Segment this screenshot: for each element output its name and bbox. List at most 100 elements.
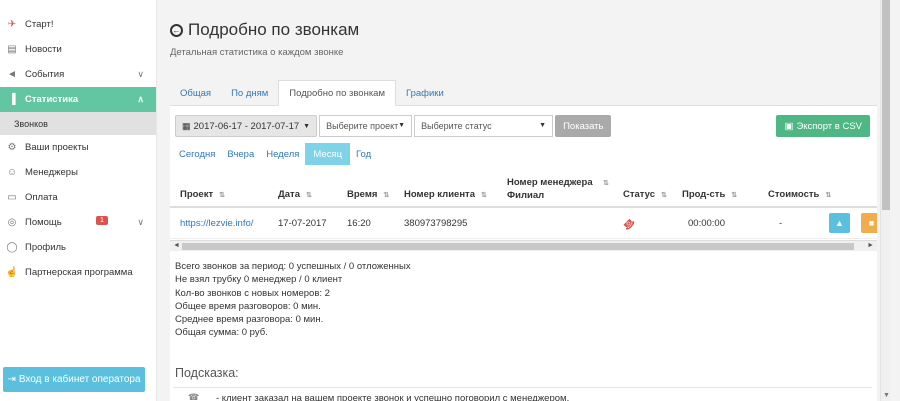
sidebar-item-events[interactable]: ◄ События ∨ [0,62,156,87]
sidebar-item-label: Старт! [25,19,54,30]
bar-chart-icon: ▐ [8,94,16,105]
project-select[interactable]: Выберите проект ▼ [319,115,413,137]
vertical-scrollbar[interactable]: ▼ [880,0,890,401]
sidebar-item-label: События [25,69,65,80]
sidebar-item-profile[interactable]: ◯ Профиль [0,235,156,260]
project-select-value: Выберите проект [326,121,399,131]
cell-duration: 00:00:00 [688,218,725,229]
sidebar-item-projects[interactable]: ⚙ Ваши проекты [0,135,156,160]
scroll-right-icon[interactable]: ► [867,242,874,249]
sidebar-item-payment[interactable]: ▭ Оплата [0,185,156,210]
horizontal-scrollbar[interactable]: ◄ ► [170,240,877,251]
sidebar-item-help[interactable]: ◎ Помощь 1 ∨ [0,210,156,235]
caret-down-icon: ▼ [398,122,406,129]
phone-missed-icon: ☎ [619,215,637,232]
life-ring-icon: ◎ [7,217,17,228]
cell-cost: - [779,218,783,229]
sidebar-subitem-calls[interactable]: Звонков [0,112,156,135]
column-header-project[interactable]: Проект ⇅ [180,189,225,200]
rocket-icon: ✈ [7,19,17,30]
scrollbar-thumb[interactable] [882,0,890,210]
period-today[interactable]: Сегодня [173,143,221,165]
tab-call-details[interactable]: Подробно по звонкам [278,80,396,106]
sidebar-item-label: Статистика [25,94,79,105]
column-header-status[interactable]: Статус ⇅ [623,189,667,200]
sort-icon: ⇅ [661,192,667,199]
filter-bar: ▦ 2017-06-17 - 2017-07-17 ▼ Выберите про… [175,115,612,137]
file-excel-icon: ▣ [784,120,794,132]
column-header-manager-number[interactable]: Номер менеджера Филиал ⇅ [507,176,609,202]
page-title-text: Подробно по звонкам [188,20,360,39]
period-yesterday[interactable]: Вчера [221,143,260,165]
column-header-duration[interactable]: Прод-сть ⇅ [682,189,737,200]
page-title: ← Подробно по звонкам [170,20,359,40]
sort-icon: ⇅ [219,192,225,199]
period-selector: Сегодня Вчера Неделя Месяц Год [173,143,377,165]
sort-icon: ⇅ [383,192,390,199]
status-select-value: Выберите статус [421,121,492,131]
main-content: ← Подробно по звонкам Детальная статисти… [157,0,890,401]
summary-total-sum: Общая сумма: 0 руб. [175,327,268,339]
sidebar-item-label: Профиль [25,242,67,253]
show-button[interactable]: Показать [555,115,612,137]
newspaper-icon: ▤ [7,44,17,55]
sidebar-item-start[interactable]: ✈ Старт! [0,12,156,37]
cell-time: 16:20 [347,218,371,229]
sidebar: ✈ Старт! ▤ Новости ◄ События ∨ ▐ Статист… [0,0,157,401]
sidebar-item-label: Помощь [25,217,62,228]
tab-panel: ▦ 2017-06-17 - 2017-07-17 ▼ Выберите про… [170,106,877,401]
summary-total-calls: Всего звонков за период: 0 успешных / 0 … [175,261,411,272]
tab-general[interactable]: Общая [170,80,221,106]
cell-date: 17-07-2017 [278,218,327,229]
user-icon: ▲ [835,218,844,228]
export-csv-button[interactable]: ▣ Экспорт в CSV [776,115,870,137]
tab-charts[interactable]: Графики [396,80,454,106]
sidebar-item-news[interactable]: ▤ Новости [0,37,156,62]
scroll-left-icon[interactable]: ◄ [173,242,180,249]
summary-total-talk-time: Общее время разговоров: 0 мин. [175,300,321,312]
column-header-date[interactable]: Дата ⇅ [278,189,312,200]
sidebar-item-statistics[interactable]: ▐ Статистика ∧ [0,87,156,112]
sidebar-item-partners[interactable]: ☝ Партнерская программа [0,260,156,285]
sort-icon: ⇅ [825,192,832,199]
hint-divider [173,387,872,388]
period-week[interactable]: Неделя [260,143,305,165]
period-month[interactable]: Месяц [305,143,351,165]
cell-client-number: 380973798295 [404,218,468,229]
caret-down-icon: ▼ [303,122,311,130]
status-select[interactable]: Выберите статус ▼ [414,115,554,137]
column-header-cost[interactable]: Стоимость ⇅ [768,189,831,200]
sidebar-item-label: Менеджеры [25,167,78,178]
table-header: Проект ⇅ Дата ⇅ Время ⇅ Номер клиента ⇅ Номе… [170,172,877,208]
scrollbar-thumb[interactable] [182,243,854,250]
view-manager-button[interactable]: ▲ [829,213,850,233]
date-range-value: 2017-06-17 - 2017-07-17 [193,120,300,132]
sidebar-item-label: Новости [25,44,62,55]
arrow-left-circle-icon[interactable]: ← [170,23,183,37]
column-header-client-number[interactable]: Номер клиента ⇅ [404,189,487,200]
sidebar-item-managers[interactable]: ☺ Менеджеры [0,160,156,185]
phone-success-icon: ☎ [188,392,200,401]
calls-table: Проект ⇅ Дата ⇅ Время ⇅ Номер клиента ⇅ Номе… [170,172,877,242]
sidebar-item-label: Оплата [25,192,58,203]
column-header-time[interactable]: Время ⇅ [347,189,389,200]
chevron-up-icon: ∧ [137,94,144,104]
chevron-down-icon: ∨ [137,69,144,79]
calendar-icon: ▦ [182,120,191,131]
date-range-picker[interactable]: ▦ 2017-06-17 - 2017-07-17 ▼ [175,115,318,137]
export-csv-label: Экспорт в CSV [796,120,862,132]
operator-login-button[interactable]: ⇥ Вход в кабинет оператора [3,367,145,392]
tabs: Общая По дням Подробно по звонкам График… [170,80,877,106]
scroll-down-icon[interactable]: ▼ [883,392,890,399]
details-button[interactable]: ■ [861,213,877,233]
period-year[interactable]: Год [350,143,377,165]
call-summary: Всего звонков за период: 0 успешных / 0 … [175,260,411,340]
sign-in-icon: ⇥ [7,374,16,385]
chevron-down-icon: ∨ [137,217,144,227]
tab-by-day[interactable]: По дням [221,80,278,106]
sort-icon: ⇅ [603,180,609,187]
notification-badge: 1 [96,216,108,225]
sort-icon: ⇅ [731,192,738,199]
cell-project-link[interactable]: https://lezvie.info/ [180,218,253,229]
comment-icon: ■ [868,218,875,228]
